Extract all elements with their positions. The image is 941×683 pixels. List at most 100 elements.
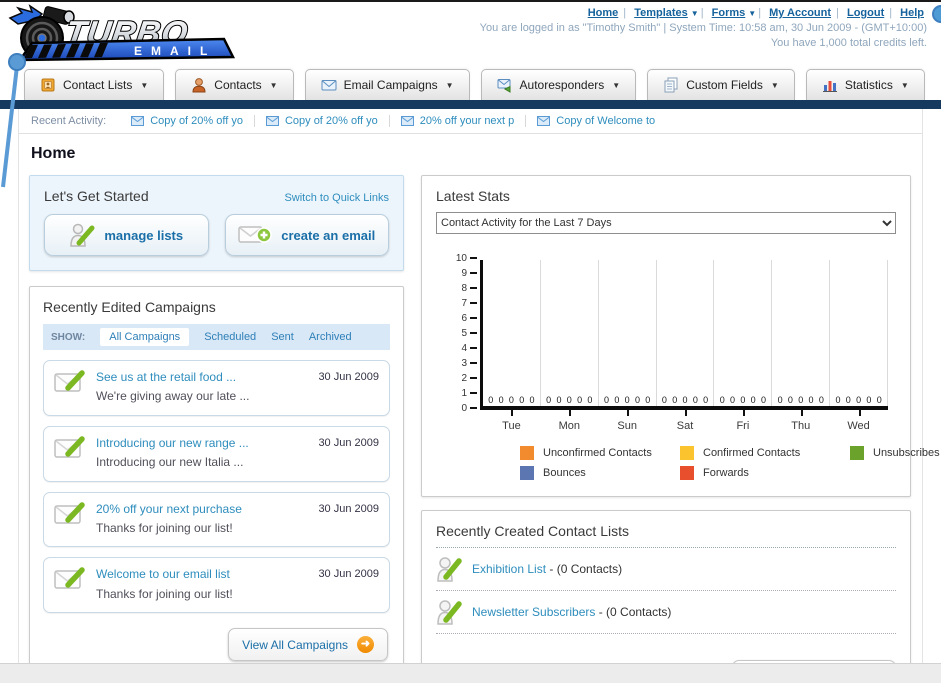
- chart-group: 0 0 0 0 0 Mon: [541, 260, 599, 432]
- tab-contacts[interactable]: Contacts ▼: [175, 69, 294, 100]
- campaign-edit-icon: [54, 436, 85, 458]
- recent-activity-item[interactable]: Copy of 20% off yo: [120, 115, 255, 127]
- application-window: TURBO EMAIL Home | Templates ▼ | Forms ▼ |: [0, 0, 941, 683]
- nav-separator: |: [758, 7, 762, 19]
- campaign-row[interactable]: See us at the retail food ... We're givi…: [43, 360, 390, 416]
- chart-values-row: 00000: [772, 395, 829, 405]
- x-axis-tick: [511, 410, 514, 416]
- chart-value: 0: [808, 395, 814, 405]
- nav-logout-link[interactable]: Logout: [847, 7, 884, 19]
- chart-plot-area: 0 0 0 0 0 Tue 0 0 0 0 0 Mon 0 0 0 0 0 Sun 0 0 0 0 0 Sat 0 0 0 0 0 Fri…: [480, 260, 889, 432]
- legend-item: Confirmed Contacts: [680, 446, 850, 460]
- nav-separator: |: [623, 7, 627, 19]
- y-axis-label: 5: [461, 328, 467, 339]
- tab-statistics[interactable]: Statistics ▼: [805, 69, 925, 100]
- header: TURBO EMAIL Home | Templates ▼ | Forms ▼ |: [0, 2, 941, 64]
- header-divider-bar: [0, 100, 941, 109]
- tab-custom-fields[interactable]: Custom Fields ▼: [647, 69, 795, 100]
- nav-templates-caret-icon: ▼: [690, 9, 699, 18]
- y-axis-tick: [470, 257, 477, 259]
- campaign-subtitle: Introducing our new Italia ...: [96, 454, 244, 469]
- contact-list-link[interactable]: Newsletter Subscribers: [472, 605, 595, 619]
- campaign-row[interactable]: Introducing our new range ... Introducin…: [43, 425, 390, 482]
- filter-all-campaigns[interactable]: All Campaigns: [100, 328, 190, 346]
- manage-lists-button[interactable]: manage lists: [44, 214, 209, 256]
- page-footer: [0, 663, 941, 683]
- x-axis-label: Sat: [676, 420, 694, 432]
- nav-my-account-link[interactable]: My Account: [769, 7, 831, 19]
- nav-forms-link[interactable]: Forms: [712, 7, 746, 19]
- y-axis-label: 8: [461, 283, 467, 294]
- filter-sent[interactable]: Sent: [271, 331, 294, 343]
- email-campaigns-icon: [321, 80, 337, 91]
- chart-group: 0 0 0 0 0 Sat: [657, 260, 715, 432]
- chart-value: 0: [703, 395, 709, 405]
- x-axis-tick: [569, 410, 572, 416]
- chart-values-row: 00000: [714, 395, 771, 405]
- nav-help-link[interactable]: Help: [900, 7, 924, 19]
- chart-value: 0: [787, 395, 793, 405]
- create-email-label: create an email: [281, 227, 376, 243]
- campaign-title-link[interactable]: 20% off your next purchase: [96, 501, 242, 517]
- campaign-title-link[interactable]: See us at the retail food ...: [96, 369, 249, 385]
- chart-value: 0: [750, 395, 756, 405]
- switch-quick-links[interactable]: Switch to Quick Links: [284, 192, 389, 204]
- tab-contact-lists[interactable]: Contact Lists ▼: [24, 69, 165, 100]
- chart-values-row: 00000: [541, 395, 598, 405]
- contact-list-row[interactable]: Newsletter Subscribers - (0 Contacts): [436, 591, 896, 634]
- tab-email-campaigns[interactable]: Email Campaigns ▼: [304, 69, 470, 100]
- campaign-row[interactable]: 20% off your next purchase Thanks for jo…: [43, 491, 390, 548]
- y-axis-label: 3: [461, 358, 467, 369]
- chart-group: 0 0 0 0 0 Wed: [830, 260, 889, 432]
- tab-autoresponders[interactable]: Autoresponders ▼: [480, 69, 637, 100]
- create-email-button[interactable]: create an email: [224, 214, 389, 256]
- x-axis-tick: [858, 410, 861, 416]
- nav-separator: |: [700, 7, 704, 19]
- chart-value: 0: [488, 395, 494, 405]
- campaign-edit-icon: [54, 501, 85, 524]
- latest-stats-title: Latest Stats: [436, 188, 510, 204]
- x-axis-label: Tue: [502, 420, 521, 432]
- latest-stats-panel: Latest Stats Contact Activity for the La…: [421, 175, 940, 497]
- legend-item: Bounces: [520, 466, 680, 480]
- filter-archived[interactable]: Archived: [309, 331, 352, 343]
- envelope-icon: [400, 116, 414, 126]
- filter-scheduled[interactable]: Scheduled: [204, 331, 256, 343]
- chart-value: 0: [498, 395, 504, 405]
- legend-item: Unsubscribes: [850, 446, 941, 460]
- recent-activity-label: Recent Activity:: [31, 115, 107, 127]
- chart-value: 0: [719, 395, 725, 405]
- chart-value: 0: [730, 395, 736, 405]
- chart-value: 0: [798, 395, 804, 405]
- recent-activity-item[interactable]: Copy of 20% off yo: [255, 115, 390, 127]
- chart-value: 0: [692, 395, 698, 405]
- nav-templates-link[interactable]: Templates: [634, 7, 688, 19]
- chart-value: 0: [866, 395, 872, 405]
- y-axis-tick: [470, 362, 477, 364]
- recent-activity-link[interactable]: 20% off your next p: [420, 115, 515, 127]
- y-axis-tick: [470, 317, 477, 319]
- top-nav: Home | Templates ▼ | Forms ▼ | My Account | Lo…: [480, 7, 927, 19]
- chevron-down-icon: ▼: [445, 80, 454, 90]
- contact-list-row[interactable]: Exhibition List - (0 Contacts): [436, 548, 896, 591]
- contact-list-link[interactable]: Exhibition List: [472, 562, 546, 576]
- campaign-title-link[interactable]: Introducing our new range ...: [96, 435, 249, 451]
- chart-value: 0: [682, 395, 688, 405]
- view-all-campaigns-button[interactable]: View All Campaigns ➜: [228, 628, 388, 662]
- contacts-icon: [192, 78, 206, 93]
- nav-home-link[interactable]: Home: [588, 7, 619, 19]
- stats-period-select[interactable]: Contact Activity for the Last 7 Days: [436, 212, 896, 234]
- recent-activity-item[interactable]: Copy of Welcome to: [526, 115, 666, 127]
- legend-label: Forwards: [703, 467, 749, 479]
- tab-label: Custom Fields: [686, 78, 763, 92]
- campaign-row[interactable]: Welcome to our email list Thanks for joi…: [43, 557, 390, 614]
- recent-activity-item[interactable]: 20% off your next p: [390, 115, 527, 127]
- x-axis-label: Mon: [558, 420, 580, 432]
- recent-activity-link[interactable]: Copy of 20% off yo: [285, 115, 378, 127]
- legend-swatch: [680, 466, 694, 480]
- recent-activity-link[interactable]: Copy of Welcome to: [556, 115, 655, 127]
- chart-value: 0: [556, 395, 562, 405]
- campaign-title-link[interactable]: Welcome to our email list: [96, 566, 233, 582]
- chevron-down-icon: ▼: [612, 80, 621, 90]
- recent-activity-link[interactable]: Copy of 20% off yo: [150, 115, 243, 127]
